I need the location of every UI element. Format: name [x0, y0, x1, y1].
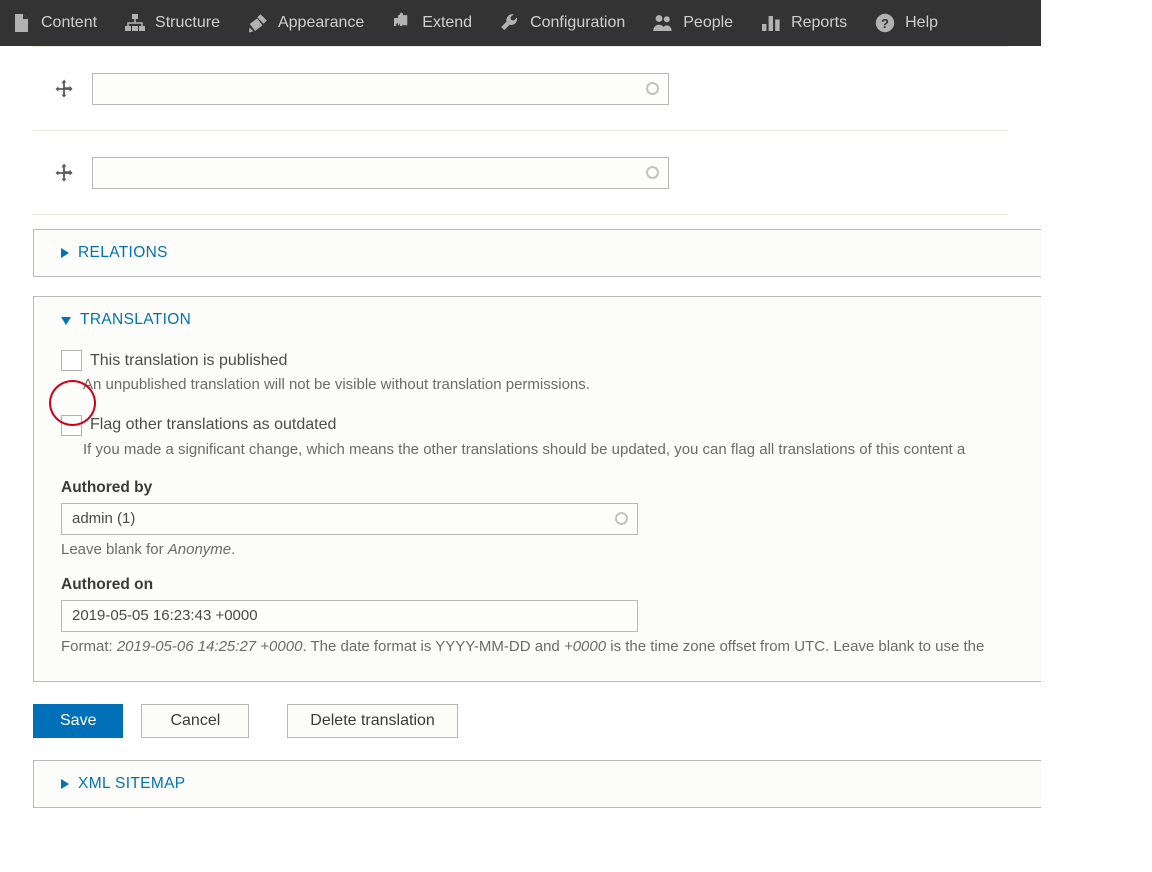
save-button[interactable]: Save	[33, 703, 124, 738]
entity-reference-input[interactable]	[92, 72, 669, 105]
translation-summary-label: TRANSLATION	[80, 311, 192, 328]
xml-sitemap-details-panel: XML SITEMAP	[33, 759, 1041, 808]
translation-outdated-row: Flag other translations as outdated	[61, 408, 1041, 439]
admin-toolbar: Content Structure Appearance Extend Conf…	[0, 0, 1041, 46]
toolbar-item-reports[interactable]: Reports	[747, 0, 861, 46]
authored-by-autocomplete	[61, 502, 638, 535]
question-mark-icon: ?	[874, 12, 896, 34]
page-icon	[10, 12, 32, 34]
relations-details-panel: RELATIONS	[33, 229, 1041, 277]
authored-on-label: Authored on	[61, 575, 154, 593]
paintbrush-icon	[247, 12, 269, 34]
authored-on-description-prefix: Format:	[61, 637, 117, 655]
drag-handle-icon[interactable]	[50, 75, 78, 103]
sitemap-icon	[124, 12, 146, 34]
people-icon	[652, 12, 674, 34]
authored-on-description: Format: 2019-05-06 14:25:27 +0000. The d…	[61, 638, 1041, 655]
drag-handle-icon[interactable]	[50, 159, 78, 187]
bar-chart-icon	[760, 12, 782, 34]
toolbar-item-structure[interactable]: Structure	[111, 0, 234, 46]
toolbar-item-appearance[interactable]: Appearance	[234, 0, 378, 46]
translation-body: This translation is published An unpubli…	[34, 343, 1041, 681]
wrench-icon	[499, 12, 521, 34]
autocomplete-wrapper	[92, 72, 669, 105]
cancel-button[interactable]: Cancel	[141, 703, 250, 738]
authored-by-input[interactable]	[61, 502, 638, 535]
authored-on-field: Authored on Format: 2019-05-06 14:25:27 …	[61, 576, 1041, 655]
authored-on-description-example: 2019-05-06 14:25:27 +0000	[116, 637, 303, 655]
toolbar-item-label: Structure	[155, 14, 220, 31]
authored-by-description-emphasis: Anonyme	[167, 540, 232, 558]
toolbar-item-label: People	[683, 14, 734, 31]
toolbar-item-label: Appearance	[277, 14, 365, 31]
entity-reference-input[interactable]	[92, 156, 669, 189]
toolbar-item-extend[interactable]: Extend	[378, 0, 486, 46]
chevron-down-icon	[61, 317, 71, 325]
delete-translation-button[interactable]: Delete translation	[287, 703, 458, 738]
toolbar-item-label: Help	[905, 14, 939, 31]
table-row	[33, 131, 1008, 215]
translation-published-checkbox[interactable]	[61, 350, 82, 371]
toolbar-item-label: Extend	[422, 14, 473, 31]
authored-on-description-offset: +0000	[563, 637, 607, 655]
translation-outdated-label[interactable]: Flag other translations as outdated	[90, 416, 336, 434]
puzzle-piece-icon	[391, 12, 413, 34]
table-row	[33, 47, 1008, 131]
authored-by-label: Authored by	[61, 478, 153, 496]
chevron-right-icon	[61, 248, 69, 258]
toolbar-item-content[interactable]: Content	[0, 0, 111, 46]
toolbar-item-help[interactable]: ? Help	[861, 0, 952, 46]
autocomplete-wrapper	[92, 156, 669, 189]
authored-by-description: Leave blank for Anonyme.	[61, 541, 1041, 558]
translation-outdated-field: Flag other translations as outdated If y…	[61, 408, 1041, 461]
translation-published-description: An unpublished translation will not be v…	[83, 376, 590, 393]
translation-details-panel: TRANSLATION This translation is publishe…	[33, 296, 1041, 682]
authored-by-description-prefix: Leave blank for	[61, 540, 168, 558]
xml-sitemap-summary-toggle[interactable]: XML SITEMAP	[34, 761, 1041, 807]
toolbar-item-label: Reports	[791, 14, 848, 31]
translation-outdated-checkbox[interactable]	[61, 414, 82, 436]
authored-by-field: Authored by Leave blank for Anonyme.	[61, 479, 1041, 558]
page-content: RELATIONS TRANSLATION This translation i…	[0, 46, 1041, 872]
translation-published-row: This translation is published	[61, 343, 1041, 374]
toolbar-item-configuration[interactable]: Configuration	[486, 0, 639, 46]
relations-summary-label: RELATIONS	[78, 244, 168, 261]
chevron-right-icon	[61, 778, 69, 789]
translation-published-label[interactable]: This translation is published	[90, 352, 287, 370]
toolbar-item-people[interactable]: People	[639, 0, 747, 46]
xml-sitemap-summary-label: XML SITEMAP	[78, 774, 186, 792]
translation-published-field: This translation is published An unpubli…	[61, 343, 1041, 396]
draggable-field-table	[33, 46, 1008, 215]
authored-by-description-suffix: .	[231, 540, 236, 558]
translation-summary-toggle[interactable]: TRANSLATION	[34, 297, 1041, 343]
toolbar-item-label: Configuration	[530, 14, 626, 31]
translation-outdated-description: If you made a significant change, which …	[83, 440, 966, 458]
authored-on-input[interactable]	[61, 599, 638, 632]
form-actions: Save Cancel Delete translation	[33, 703, 1041, 738]
toolbar-item-label: Content	[41, 14, 98, 31]
svg-text:?: ?	[881, 16, 889, 31]
authored-on-description-middle: . The date format is YYYY-MM-DD and	[302, 637, 564, 655]
relations-summary-toggle[interactable]: RELATIONS	[34, 230, 1041, 276]
authored-on-description-suffix: is the time zone offset from UTC. Leave …	[606, 637, 985, 655]
